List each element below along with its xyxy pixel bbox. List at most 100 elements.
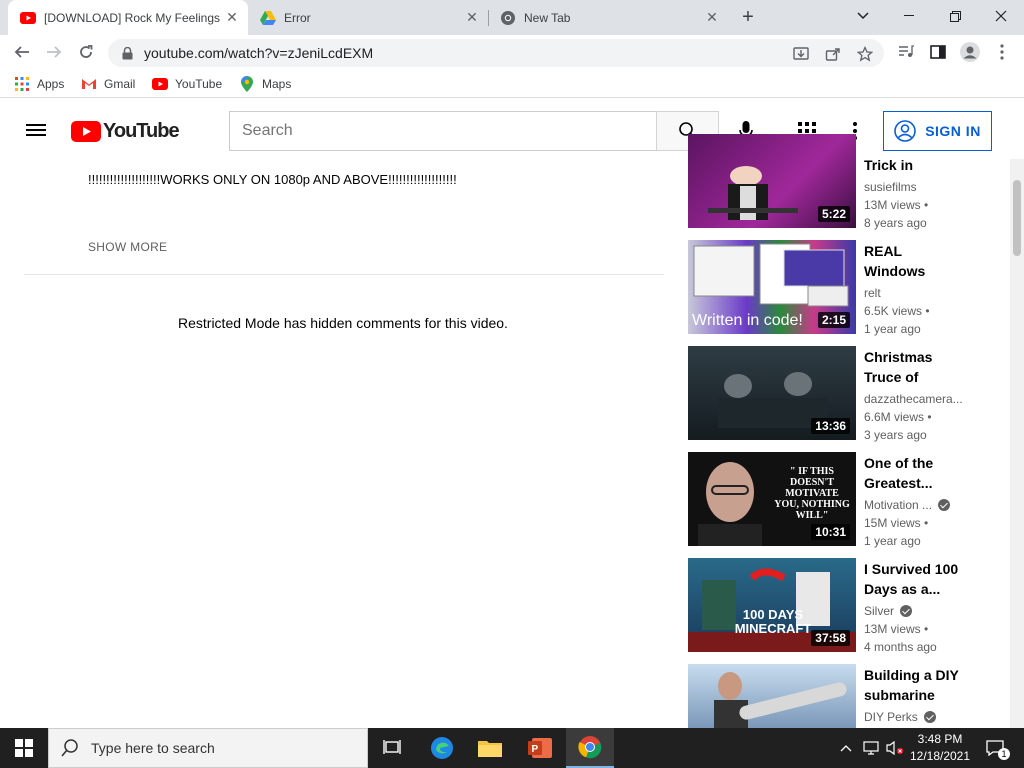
video-thumbnail[interactable]: Written in code! 2:15	[688, 240, 856, 334]
taskbar-search-placeholder: Type here to search	[91, 740, 215, 756]
browser-toolbar: youtube.com/watch?v=zJeniLcdEXM	[0, 35, 1024, 70]
channel-name[interactable]: susiefilms	[864, 180, 917, 194]
address-url: youtube.com/watch?v=zJeniLcdEXM	[144, 45, 374, 61]
scrollbar-thumb[interactable]	[1013, 180, 1021, 256]
taskbar-search-box[interactable]: Type here to search	[48, 728, 368, 768]
youtube-icon	[20, 10, 36, 26]
taskbar-chrome[interactable]	[566, 728, 614, 768]
video-thumbnail[interactable]	[688, 664, 856, 728]
forward-button[interactable]	[42, 40, 66, 64]
bookmark-youtube[interactable]: YouTube	[152, 75, 222, 93]
bookmark-label: Gmail	[104, 77, 136, 91]
related-video-item[interactable]: Written in code! 2:15 REAL Windows Crazy…	[688, 240, 964, 336]
tab-youtube-video[interactable]: [DOWNLOAD] Rock My Feelings ✕	[8, 0, 248, 35]
clock-date: 12/18/2021	[909, 749, 971, 763]
share-icon[interactable]	[824, 45, 842, 63]
volume-muted-icon[interactable]	[884, 728, 906, 768]
taskbar-edge[interactable]	[418, 728, 466, 768]
back-button[interactable]	[10, 40, 34, 64]
channel-label: Motivation ...	[864, 498, 933, 512]
notification-center-button[interactable]: 1	[980, 728, 1010, 768]
youtube-logo[interactable]: YouTube	[71, 119, 180, 143]
bookmark-maps[interactable]: Maps	[239, 75, 291, 93]
tab-title: New Tab	[524, 10, 571, 25]
show-more-button[interactable]: SHOW MORE	[88, 240, 167, 254]
install-icon[interactable]	[792, 45, 810, 63]
show-hidden-icons-button[interactable]	[836, 728, 856, 768]
taskbar-powerpoint[interactable]: P	[516, 728, 564, 768]
video-thumbnail[interactable]: 100 DAYS MINECRAFT 37:58	[688, 558, 856, 652]
video-description: !!!!!!!!!!!!!!!!!!!!WORKS ONLY ON 1080p …	[88, 172, 457, 187]
lock-icon[interactable]	[120, 46, 134, 60]
tab-title: Error	[284, 10, 311, 25]
notification-count-badge: 1	[998, 748, 1010, 760]
channel-name[interactable]: dazzathecamera...	[864, 392, 963, 406]
search-input[interactable]	[229, 111, 656, 151]
close-icon[interactable]: ✕	[464, 9, 480, 26]
media-controls-icon[interactable]	[894, 40, 918, 64]
side-panel-icon[interactable]	[926, 40, 950, 64]
tab-error[interactable]: Error ✕	[248, 0, 488, 35]
upload-age: 8 years ago	[864, 216, 927, 230]
page-scrollbar[interactable]	[1010, 159, 1024, 728]
network-icon[interactable]	[860, 728, 882, 768]
video-duration: 10:31	[811, 524, 850, 540]
thumbnail-caption: 100 DAYS MINECRAFT	[734, 607, 812, 636]
video-title[interactable]: Building a DIY submarine	[864, 665, 964, 705]
task-view-icon	[383, 740, 401, 754]
taskbar-clock[interactable]: 3:48 PM 12/18/2021	[905, 731, 975, 765]
bookmarks-bar: Apps Gmail YouTube Maps	[0, 70, 1024, 98]
upload-age: 4 months ago	[864, 640, 937, 654]
reload-button[interactable]	[74, 40, 98, 64]
video-title[interactable]: REAL Windows Crazy Error!!!!...	[864, 241, 964, 281]
video-thumbnail[interactable]: " IF THIS DOESN'T MOTIVATE YOU, NOTHING …	[688, 452, 856, 546]
powerpoint-icon: P	[528, 738, 552, 758]
channel-label: DIY Perks	[864, 710, 918, 724]
new-tab-button[interactable]: +	[738, 7, 758, 27]
channel-name[interactable]: Silver	[864, 604, 913, 618]
divider	[24, 274, 664, 275]
profile-avatar-icon[interactable]	[958, 40, 982, 64]
verified-badge-icon	[938, 499, 951, 511]
bookmark-star-icon[interactable]	[856, 45, 874, 63]
edge-icon	[431, 737, 453, 759]
video-title[interactable]: Trick in Sleigh...	[864, 155, 964, 175]
search-bar	[229, 111, 719, 151]
browser-menu-icon[interactable]	[990, 40, 1014, 64]
related-video-item[interactable]: 100 DAYS MINECRAFT 37:58 I Survived 100 …	[688, 558, 964, 654]
google-drive-icon	[260, 10, 276, 26]
video-title[interactable]: I Survived 100 Days as a...	[864, 559, 964, 599]
close-window-button[interactable]	[978, 0, 1024, 32]
hamburger-menu-icon[interactable]	[26, 121, 46, 141]
upload-age: 1 year ago	[864, 534, 921, 548]
related-video-item[interactable]: Building a DIY submarine DIY Perks	[688, 664, 964, 728]
video-title[interactable]: One of the Greatest...	[864, 453, 964, 493]
related-video-item[interactable]: 13:36 Christmas Truce of Worl... dazzath…	[688, 346, 964, 442]
bookmark-gmail[interactable]: Gmail	[81, 75, 135, 93]
bookmark-apps[interactable]: Apps	[14, 75, 64, 93]
close-icon[interactable]: ✕	[224, 9, 240, 26]
tab-new-tab[interactable]: New Tab ✕	[488, 0, 728, 35]
verified-badge-icon	[923, 711, 936, 723]
video-thumbnail[interactable]: 5:22	[688, 134, 856, 228]
channel-label: Silver	[864, 604, 895, 618]
address-bar[interactable]: youtube.com/watch?v=zJeniLcdEXM	[108, 39, 884, 67]
task-view-button[interactable]	[368, 728, 416, 768]
restore-button[interactable]	[932, 0, 978, 32]
taskbar-file-explorer[interactable]	[466, 728, 514, 768]
close-icon[interactable]: ✕	[704, 9, 720, 26]
tab-search-icon[interactable]	[840, 0, 886, 32]
channel-name[interactable]: DIY Perks	[864, 710, 936, 724]
related-video-item[interactable]: " IF THIS DOESN'T MOTIVATE YOU, NOTHING …	[688, 452, 964, 548]
video-duration: 37:58	[811, 630, 850, 646]
channel-name[interactable]: Motivation ...	[864, 498, 951, 512]
channel-name[interactable]: relt	[864, 286, 881, 300]
related-video-item[interactable]: 5:22 Trick in Sleigh... susiefilms 13M v…	[688, 134, 964, 230]
svg-text:P: P	[532, 744, 539, 755]
video-title[interactable]: Christmas Truce of Worl...	[864, 347, 964, 387]
search-icon	[61, 739, 78, 757]
minimize-button[interactable]	[886, 0, 932, 32]
video-thumbnail[interactable]: 13:36	[688, 346, 856, 440]
view-count: 13M views •	[864, 622, 929, 636]
start-button[interactable]	[0, 728, 48, 768]
